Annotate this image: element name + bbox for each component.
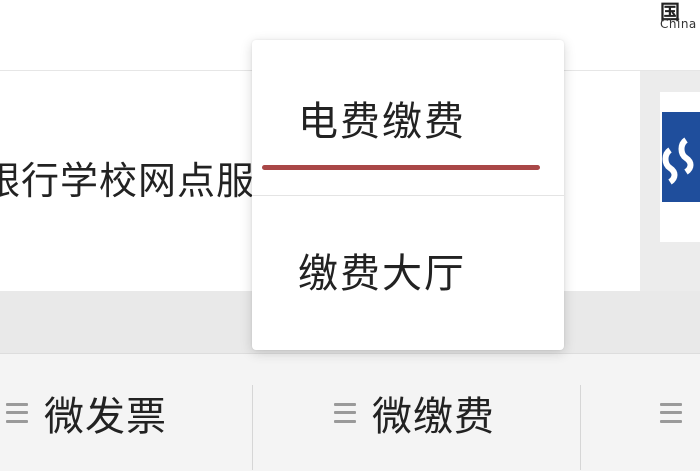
- brand-logo-subtext: China: [660, 17, 697, 31]
- menu-item-invoice[interactable]: 微发票: [6, 354, 167, 471]
- menu-lines-icon: [660, 402, 682, 423]
- menu-divider: [252, 385, 253, 470]
- submenu-popup: 电费缴费 缴费大厅: [252, 40, 564, 350]
- highlight-underline: [262, 165, 540, 170]
- submenu-item-label: 电费缴费: [298, 98, 466, 145]
- menu-item-label: 微发票: [44, 393, 167, 440]
- bottom-menu-bar: 微发票 微缴费: [0, 353, 700, 471]
- menu-item-label: 微缴费: [372, 393, 495, 440]
- submenu-item-electricity-payment[interactable]: 电费缴费: [252, 40, 564, 195]
- submenu-item-payment-hall[interactable]: 缴费大厅: [252, 195, 564, 345]
- service-description-text: 银行学校网点服: [0, 159, 256, 203]
- bank-logo-icon: [662, 112, 700, 202]
- menu-item-payment[interactable]: 微缴费: [334, 354, 495, 471]
- menu-lines-icon: [334, 402, 356, 423]
- menu-item-more[interactable]: [660, 354, 698, 471]
- menu-divider: [580, 385, 581, 470]
- submenu-item-label: 缴费大厅: [298, 251, 466, 297]
- brand-logo: 国 China: [658, 0, 700, 36]
- menu-lines-icon: [6, 402, 28, 423]
